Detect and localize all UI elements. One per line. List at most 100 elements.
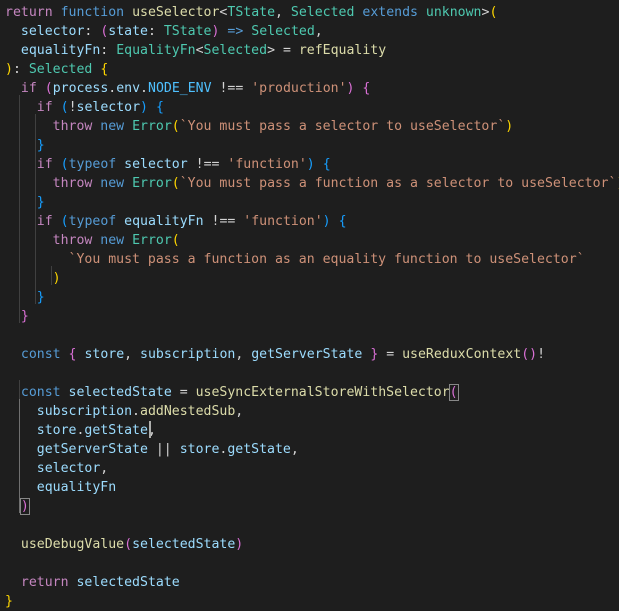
code-line[interactable]: `You must pass a function as an equality… — [5, 250, 585, 269]
code-token: const — [20, 385, 61, 400]
code-token: subscription — [36, 404, 133, 419]
code-token: , — [235, 404, 244, 419]
code-line[interactable]: throw new Error( — [5, 231, 180, 250]
code-line[interactable]: subscription.addNestedSub, — [5, 402, 243, 421]
code-token: useSyncExternalStoreWithSelector — [195, 385, 450, 400]
code-token: equalityFn — [36, 480, 117, 495]
code-token: new — [100, 119, 125, 134]
code-token: } — [36, 138, 45, 153]
code-line[interactable]: if (!selector) { — [5, 98, 164, 117]
code-token: `You must pass a function as a selector … — [179, 176, 617, 191]
code-line[interactable]: selector: (state: TState) => Selected, — [5, 22, 323, 41]
code-line[interactable]: getServerState || store.getState, — [5, 440, 299, 459]
code-line[interactable]: if (process.env.NODE_ENV !== 'production… — [5, 79, 370, 98]
code-token: < — [195, 43, 204, 58]
code-token: typeof — [68, 157, 117, 172]
code-token: const — [20, 347, 61, 362]
code-token: getServerState — [36, 442, 148, 457]
code-token: 'production' — [251, 81, 347, 96]
code-token: ) — [529, 347, 538, 362]
code-token: , — [124, 347, 141, 362]
code-line[interactable]: throw new Error(`You must pass a functio… — [5, 174, 619, 193]
code-editor[interactable]: return function useSelector < TState, Sele… — [0, 0, 619, 609]
code-token: Selected — [290, 5, 355, 20]
code-token: ) — [140, 100, 148, 115]
code-token: ( — [448, 384, 459, 401]
code-token: , — [290, 442, 299, 457]
code-token: : — [12, 62, 29, 77]
code-line[interactable]: ) — [5, 269, 61, 288]
code-token: if — [36, 100, 53, 115]
code-line[interactable]: throw new Error(`You must pass a selecto… — [5, 117, 514, 136]
code-token: return — [20, 575, 69, 590]
code-token: > = — [267, 43, 299, 58]
code-token: ) — [52, 271, 61, 286]
code-token: useReduxContext — [402, 347, 522, 362]
code-token: if — [36, 157, 53, 172]
code-line[interactable]: } — [5, 307, 29, 326]
code-token: . — [140, 81, 148, 96]
code-line[interactable]: ): Selected { — [5, 60, 108, 79]
code-token: ) — [322, 214, 331, 229]
code-line[interactable]: } — [5, 288, 45, 307]
code-token: = — [171, 385, 196, 400]
code-token: => — [227, 24, 244, 39]
code-token: function — [60, 5, 125, 20]
code-line[interactable]: store.getState, — [5, 421, 156, 440]
code-line[interactable]: selector, — [5, 459, 108, 478]
code-line[interactable]: if (typeof selector !== 'function') { — [5, 155, 331, 174]
code-line[interactable]: return function useSelector<TState, Sele… — [5, 3, 497, 22]
code-token: extends — [362, 5, 418, 20]
code-token: return — [5, 5, 53, 20]
code-token: 'function' — [227, 157, 307, 172]
code-token: ! — [537, 347, 546, 362]
code-line[interactable]: useDebugValue(selectedState) — [5, 535, 243, 554]
text-cursor — [149, 421, 151, 438]
code-token: . — [132, 404, 140, 419]
code-line[interactable]: } — [5, 193, 45, 212]
code-token: Error — [132, 233, 172, 248]
code-token: getState — [227, 442, 291, 457]
code-token: selector — [76, 100, 141, 115]
code-line[interactable]: return selectedState — [5, 573, 180, 592]
code-line[interactable]: if (typeof equalityFn !== 'function') { — [5, 212, 347, 231]
code-line[interactable]: const { store, subscription, getServerSt… — [5, 345, 545, 364]
code-line[interactable]: equalityFn: EqualityFn<Selected> = refEq… — [5, 41, 386, 60]
code-line[interactable]: equalityFn — [5, 478, 116, 497]
code-line[interactable]: } — [5, 592, 13, 611]
code-token: ) — [306, 157, 315, 172]
code-token: ! — [68, 100, 77, 115]
code-token: { — [322, 157, 331, 172]
code-token: { — [362, 81, 371, 96]
code-token: } — [36, 290, 45, 305]
code-line[interactable]: } — [5, 136, 45, 155]
code-token: new — [100, 176, 125, 191]
code-token: ( — [60, 157, 69, 172]
code-token: `You must pass a selector to useSelector… — [179, 119, 506, 134]
code-line[interactable]: const selectedState = useSyncExternalSto… — [5, 383, 459, 402]
code-token: TState — [163, 24, 212, 39]
code-token: ( — [60, 100, 69, 115]
code-token: { — [68, 347, 77, 362]
code-token: Error — [132, 119, 172, 134]
code-token: throw — [52, 233, 93, 248]
code-token: TState — [227, 5, 276, 20]
code-token: selectedState — [68, 385, 172, 400]
code-token: throw — [52, 176, 93, 191]
code-line[interactable]: ) — [5, 497, 30, 516]
code-token: EqualityFn — [116, 43, 196, 58]
